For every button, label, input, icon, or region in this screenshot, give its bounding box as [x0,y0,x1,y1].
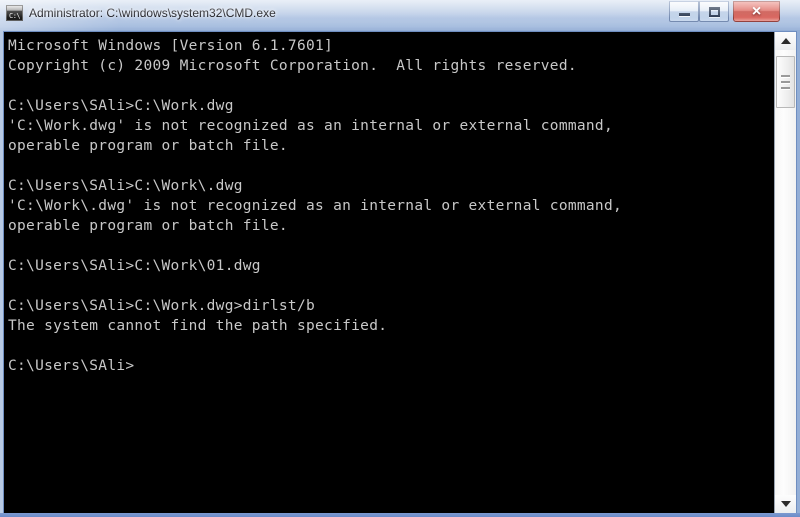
cmd-window: C:\ Administrator: C:\windows\system32\C… [0,0,800,517]
close-icon: × [734,2,779,21]
thumb-grip-line [781,74,790,78]
minimize-icon [670,2,698,21]
close-glyph: × [751,2,762,20]
minimize-button[interactable] [669,1,699,22]
thumb-grip-line [781,86,790,90]
console-scrollbar[interactable] [774,32,796,513]
title-bar[interactable]: C:\ Administrator: C:\windows\system32\C… [0,0,800,28]
icon-prompt-glyph: C:\ [9,12,21,20]
console-output-pane[interactable]: Microsoft Windows [Version 6.1.7601] Cop… [4,32,774,513]
scroll-down-arrow-icon[interactable] [775,495,796,513]
maximize-icon [700,2,728,21]
scroll-up-arrow-icon[interactable] [775,32,796,50]
close-button[interactable]: × [733,1,780,22]
cmd-console-icon: C:\ [6,5,23,21]
console-text: Microsoft Windows [Version 6.1.7601] Cop… [8,38,623,374]
scrollbar-track[interactable] [775,50,796,495]
thumb-grip-line [781,80,790,84]
maximize-button[interactable] [699,1,729,22]
window-title: Administrator: C:\windows\system32\CMD.e… [29,6,276,20]
window-bottom-edge [0,513,800,517]
console-client-area: Microsoft Windows [Version 6.1.7601] Cop… [3,31,797,514]
scrollbar-thumb[interactable] [776,56,795,108]
